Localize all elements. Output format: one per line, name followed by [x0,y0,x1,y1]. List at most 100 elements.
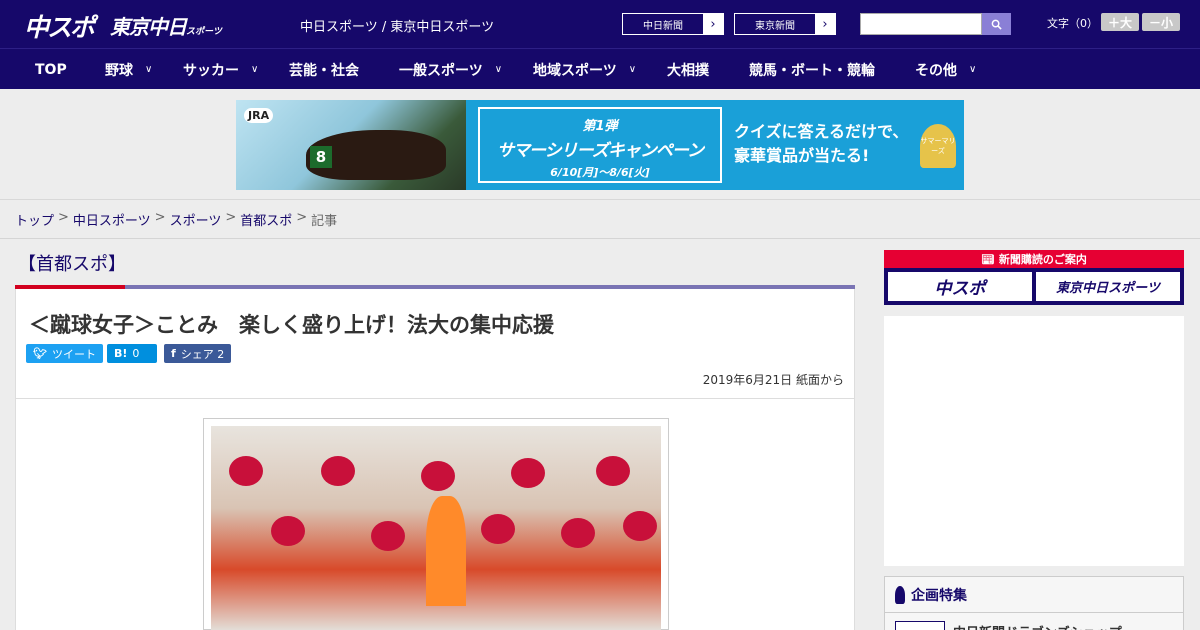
breadcrumb-shuto-spo[interactable]: 首都スポ [240,210,292,229]
pompom [561,518,595,548]
subscription-title-text: 新聞購読のご案内 [998,253,1087,266]
tokyo-chunichi-logo[interactable]: 東京中日スポーツ [110,11,222,40]
breadcrumb-separator: > [225,210,237,225]
breadcrumb-chunichi-sports[interactable]: 中日スポーツ [73,210,151,229]
race-number: 8 [310,146,332,168]
article-headline: ＜蹴球女子＞ことみ 楽しく盛り上げ！法大の集中応援 [29,313,554,337]
chevron-right-icon: › [815,14,835,34]
campaign-line-2: サマーシリーズキャンペーン [497,141,704,161]
pompom [421,461,455,491]
quiz-text: クイズに答えるだけで、 豪華賞品が当たる! [734,120,908,168]
tweet-button[interactable]: 🐦︎ ツイート [26,344,103,363]
newspaper-icon: 📰︎ [981,252,999,266]
breadcrumb-separator: > [58,210,69,225]
subscribe-tokyo-chunichi-button[interactable]: 東京中日スポーツ [1036,272,1180,301]
subscription-box: 📰︎ 新聞購読のご案内 中スポ 東京中日スポーツ [884,250,1184,305]
article-dateline: 2019年6月21日 紙面から [702,373,844,387]
article-divider [16,398,854,399]
feature-title: 企画特集 [911,587,967,604]
chunichi-shimbun-label: 中日新聞 [643,20,683,32]
breadcrumb-top[interactable]: トップ [15,210,54,229]
subscribe-chuspo-button[interactable]: 中スポ [888,272,1032,301]
trophy-icon: サマーマリーズ [920,124,956,168]
banner-area: JRA 8 第1弾 サマーシリーズキャンペーン 6/10[月]～8/6[火] ク… [0,89,1200,200]
nav-racing[interactable]: 競馬・ボート・競輪 [749,49,875,90]
quiz-line-2: 豪華賞品が当たる! [734,146,870,165]
subscription-title: 📰︎ 新聞購読のご案内 [884,250,1184,268]
breadcrumb-sports[interactable]: スポーツ [170,210,222,229]
nav-sumo-label: 大相撲 [667,62,709,79]
feature-box: 企画特集 中日新聞ドラゴンズショップ [884,576,1184,630]
chevron-down-icon: ∨ [145,64,153,75]
pompom [596,456,630,486]
tokyo-shimbun-label: 東京新聞 [755,20,795,32]
pompom [623,511,657,541]
nav-entertainment-label: 芸能・社会 [289,62,359,79]
dragons-shop-thumbnail [895,621,945,630]
nav-regional-sports[interactable]: 地域スポーツ ∨ [533,49,636,90]
nav-top-label: TOP [35,61,67,78]
font-smaller-button[interactable]: －小 [1142,13,1180,31]
chevron-down-icon: ∨ [251,64,259,75]
nav-general-sports-label: 一般スポーツ [399,62,483,79]
breadcrumb: トップ > 中日スポーツ > スポーツ > 首都スポ > 記事 [15,210,337,229]
feature-item-dragons-shop[interactable]: 中日新聞ドラゴンズショップ [885,613,1183,630]
main-nav: TOP 野球 ∨ サッカー ∨ 芸能・社会 一般スポーツ ∨ 地域スポーツ ∨ 大相撲 … [0,48,1200,89]
chevron-down-icon: ∨ [494,64,503,75]
pin-icon [895,585,905,604]
tokyo-shimbun-link[interactable]: 東京新聞 › [734,13,836,35]
campaign-line-1: 第1弾 [582,119,618,134]
nav-baseball[interactable]: 野球 ∨ [105,49,152,90]
article-photo-frame [203,418,669,630]
article: ＜蹴球女子＞ことみ 楽しく盛り上げ！法大の集中応援 🐦︎ ツイート B! 0 f シェ… [15,289,855,630]
nav-soccer[interactable]: サッカー ∨ [183,49,258,90]
nav-general-sports[interactable]: 一般スポーツ ∨ [399,49,502,90]
breadcrumb-divider [0,238,1200,239]
tokyo-chunichi-logo-small: スポーツ [186,27,222,37]
hatena-count: 0 [132,347,140,360]
nav-other-label: その他 [915,62,957,79]
pompom [511,458,545,488]
breadcrumb-current: 記事 [311,214,338,229]
breadcrumb-separator: > [154,210,166,225]
nav-entertainment[interactable]: 芸能・社会 [289,49,359,90]
nav-top[interactable]: TOP [35,49,67,90]
nav-sumo[interactable]: 大相撲 [667,49,709,90]
site-tagline: 中日スポーツ / 東京中日スポーツ [300,20,495,35]
cheerleaders-photo[interactable] [211,426,661,630]
pompom [481,514,515,544]
jra-logo: JRA [244,108,274,123]
chuspo-logo[interactable]: 中スポ [24,8,95,44]
font-size-label: 文字（0） [1047,17,1098,30]
tokyo-chunichi-logo-text: 東京中日 [110,15,187,39]
font-bigger-button[interactable]: ＋大 [1101,13,1139,31]
chevron-down-icon: ∨ [628,64,637,75]
facebook-icon: f [171,347,176,360]
twitter-icon: 🐦︎ [33,347,47,360]
nav-baseball-label: 野球 [105,62,133,79]
section-title: 【首都スポ】 [18,254,126,275]
pompom [229,456,263,486]
nav-other[interactable]: その他 ∨ [915,49,976,90]
sidebar-ad[interactable] [884,316,1184,566]
nav-soccer-label: サッカー [183,62,239,79]
feature-header: 企画特集 [885,577,1183,613]
search-icon [991,19,1002,30]
jra-banner-ad[interactable]: JRA 8 第1弾 サマーシリーズキャンペーン 6/10[月]～8/6[火] ク… [236,100,964,190]
facebook-share-label: シェア 2 [180,347,225,361]
hatena-icon: B! [114,347,128,360]
top-header: 中スポ 東京中日スポーツ 中日スポーツ / 東京中日スポーツ 中日新聞 › 東京… [0,0,1200,48]
search-input[interactable] [860,13,982,35]
feature-item-label: 中日新聞ドラゴンズショップ [953,622,1122,630]
nav-racing-label: 競馬・ボート・競輪 [749,62,875,79]
pompom [271,516,305,546]
search-button[interactable] [982,13,1011,35]
chevron-down-icon: ∨ [969,64,977,75]
hatena-bookmark-button[interactable]: B! 0 [107,344,157,363]
facebook-share-button[interactable]: f シェア 2 [164,344,232,363]
chunichi-shimbun-link[interactable]: 中日新聞 › [622,13,724,35]
chevron-right-icon: › [703,14,723,34]
pompom [321,456,355,486]
pompom [371,521,405,551]
tweet-label: ツイート [51,347,96,361]
